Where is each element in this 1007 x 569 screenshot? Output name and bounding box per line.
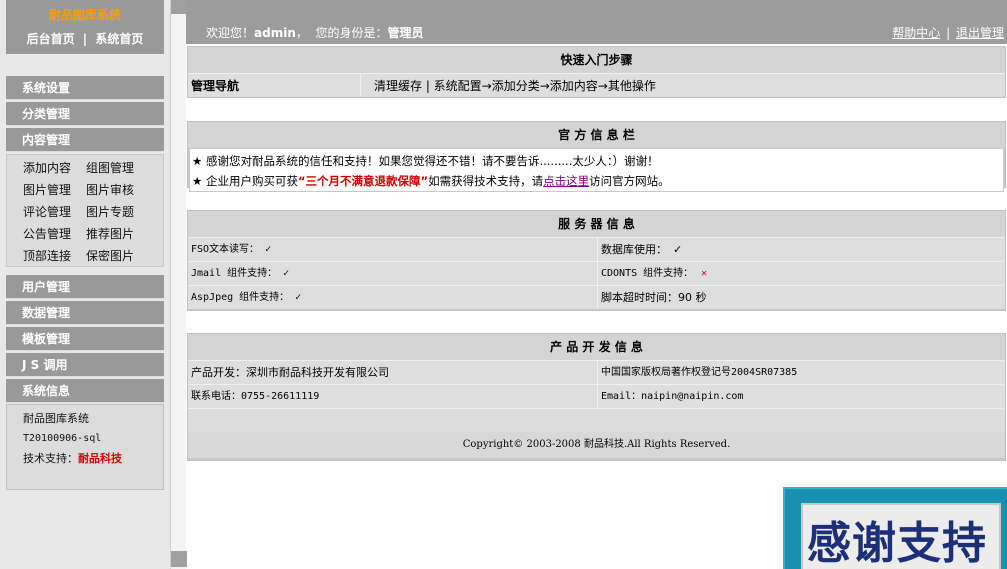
frame-splitter[interactable] [170, 0, 187, 569]
phone-cell: 联系电话：0755-26611119 [188, 385, 598, 408]
db-label: 数据库使用： [601, 243, 667, 256]
check-icon: ✓ [295, 292, 302, 303]
tech-support-label: 技术支持： [23, 452, 78, 465]
thanks-badge[interactable]: 感谢支持 [783, 487, 1007, 569]
server-row-1: FSO文本读写： ✓ 数据库使用： ✓ [188, 237, 1005, 261]
menu-content-management[interactable]: 内容管理 [6, 128, 164, 152]
menu-js-call[interactable]: J S 调用 [6, 353, 164, 377]
submenu-group-images[interactable]: 组图管理 [86, 157, 152, 179]
quick-start-row: 管理导航 清理缓存 | 系统配置→添加分类→添加内容→其他操作 [188, 73, 1005, 97]
menu-system-settings[interactable]: 系统设置 [6, 76, 164, 100]
help-center-link[interactable]: 帮助中心 [892, 26, 940, 40]
identity-label: ， 您的身份是： [295, 26, 388, 40]
top-link-separator: | [946, 26, 951, 40]
content-submenu: 添加内容 组图管理 图片管理 图片审核 评论管理 图片专题 公告管理 推荐图片 … [6, 154, 164, 267]
fso-label: FSO文本读写： [191, 244, 260, 255]
tech-support-name[interactable]: 耐品科技 [78, 452, 122, 465]
quick-start-title: 快速入门步骤 [188, 47, 1005, 73]
system-name: 耐品图库系统 [23, 412, 89, 425]
fso-cell: FSO文本读写： ✓ [188, 238, 598, 261]
submenu-announcement-management[interactable]: 公告管理 [23, 223, 86, 245]
cross-icon: ✕ [701, 268, 708, 279]
product-row-2: 联系电话：0755-26611119 Email：naipin@naipin.c… [188, 384, 1005, 408]
menu-data-management[interactable]: 数据管理 [6, 301, 164, 325]
logo-links: 后台首页 | 系统首页 [6, 30, 164, 47]
server-row-2: Jmail 组件支持： ✓ CDONTS 组件支持： ✕ [188, 261, 1005, 285]
notice-line-1: ★ 感谢您对耐品系统的信任和支持！如果您觉得还不错！请不要告诉.........… [192, 154, 659, 168]
db-cell: 数据库使用： ✓ [598, 238, 682, 261]
copyright-registration-cell: 中国国家版权局著作权登记号2004SR07385 [601, 367, 798, 378]
logo-title: 耐品图库系统 [48, 8, 121, 22]
product-row-blank [188, 408, 1005, 432]
product-info-panel: 产 品 开 发 信 息 产品开发：深圳市耐品科技开发有限公司 中国国家版权局著作… [187, 333, 1006, 461]
jmail-cell: Jmail 组件支持： ✓ [188, 262, 598, 285]
logout-link[interactable]: 退出管理 [956, 26, 1004, 40]
logo-box: 耐品图库系统 后台首页 | 系统首页 [6, 0, 164, 54]
nav-steps[interactable]: 清理缓存 | 系统配置→添加分类→添加内容→其他操作 [361, 74, 656, 97]
welcome-prefix: 欢迎您！ [206, 26, 255, 40]
server-row-3: AspJpeg 组件支持： ✓ 脚本超时时间：90 秒 [188, 285, 1005, 309]
submenu-image-review[interactable]: 图片审核 [86, 179, 152, 201]
notice-title: 官 方 信 息 栏 [188, 122, 1005, 148]
official-notice-panel: 官 方 信 息 栏 ★ 感谢您对耐品系统的信任和支持！如果您觉得还不错！请不要告… [187, 121, 1006, 192]
thanks-badge-text: 感谢支持 [807, 518, 987, 569]
submenu-image-topics[interactable]: 图片专题 [86, 201, 152, 223]
user-role: 管理员 [387, 26, 424, 40]
product-info-title: 产 品 开 发 信 息 [188, 334, 1005, 360]
server-info-panel: 服 务 器 信 息 FSO文本读写： ✓ 数据库使用： ✓ Jmail 组件支持： ✓… [187, 210, 1006, 311]
system-home-link[interactable]: 系统首页 [95, 32, 143, 46]
submenu-private-images[interactable]: 保密图片 [86, 245, 152, 267]
system-version: T20100906-sql [23, 433, 102, 444]
splitter-bottom-handle[interactable] [171, 551, 187, 567]
cdonts-label: CDONTS 组件支持： [601, 268, 694, 279]
sidebar: 耐品图库系统 后台首页 | 系统首页 系统设置 分类管理 内容管理 添加内容 组… [0, 0, 170, 569]
submenu-image-management[interactable]: 图片管理 [23, 179, 86, 201]
notice-line-2-suffix: 访问官方网站。 [589, 174, 670, 188]
check-icon: ✓ [673, 243, 683, 256]
click-here-link[interactable]: 点击这里 [543, 174, 589, 188]
check-icon: ✓ [265, 244, 272, 255]
menu-template-management[interactable]: 模板管理 [6, 327, 164, 351]
notice-line-2-prefix: ★ 企业用户购买可获 [192, 174, 298, 188]
quick-start-panel: 快速入门步骤 管理导航 清理缓存 | 系统配置→添加分类→添加内容→其他操作 [187, 46, 1006, 98]
admin-home-link[interactable]: 后台首页 [27, 32, 75, 46]
top-links: 帮助中心 | 退出管理 [892, 24, 1004, 41]
refund-guarantee: “三个月不满意退款保障” [297, 174, 429, 188]
menu-user-management[interactable]: 用户管理 [6, 275, 164, 299]
developer-cell: 产品开发：深圳市耐品科技开发有限公司 [188, 361, 598, 384]
splitter-top-handle[interactable] [171, 0, 187, 14]
username: admin [254, 26, 296, 40]
submenu-top-links[interactable]: 顶部连接 [23, 245, 86, 267]
submenu-recommended-images[interactable]: 推荐图片 [86, 223, 152, 245]
thanks-badge-inner: 感谢支持 [801, 503, 1001, 569]
jmail-label: Jmail 组件支持： [191, 268, 278, 279]
notice-line-2-middle: 如需获得技术支持，请 [428, 174, 544, 188]
tech-support: 技术支持：耐品科技 [23, 449, 163, 469]
submenu-add-content[interactable]: 添加内容 [23, 157, 86, 179]
aspjpeg-cell: AspJpeg 组件支持： ✓ [188, 286, 598, 309]
email-cell: Email：naipin@naipin.com [601, 391, 744, 402]
menu-category-management[interactable]: 分类管理 [6, 102, 164, 126]
system-info-box: 耐品图库系统 T20100906-sql 技术支持：耐品科技 [6, 404, 164, 490]
welcome-message: 欢迎您！admin， 您的身份是：管理员 [206, 24, 424, 41]
product-row-1: 产品开发：深圳市耐品科技开发有限公司 中国国家版权局著作权登记号2004SR07… [188, 360, 1005, 384]
link-separator: | [82, 32, 88, 46]
menu-system-info[interactable]: 系统信息 [6, 379, 164, 403]
server-info-title: 服 务 器 信 息 [188, 211, 1005, 237]
notice-line-2: ★ 企业用户购买可获“三个月不满意退款保障”如需获得技术支持，请点击这里访问官方… [192, 171, 1003, 191]
notice-body: ★ 感谢您对耐品系统的信任和支持！如果您觉得还不错！请不要告诉.........… [189, 148, 1004, 192]
nav-label: 管理导航 [188, 74, 361, 97]
copyright-footer: Copyright© 2003-2008 耐品科技.All Rights Res… [188, 432, 1005, 458]
timeout-cell: 脚本超时时间：90 秒 [601, 291, 707, 304]
cdonts-cell: CDONTS 组件支持： ✕ [598, 262, 707, 285]
top-bar: 欢迎您！admin， 您的身份是：管理员 帮助中心 | 退出管理 [186, 0, 1007, 44]
submenu-comment-management[interactable]: 评论管理 [23, 201, 86, 223]
check-icon: ✓ [283, 268, 290, 279]
aspjpeg-label: AspJpeg 组件支持： [191, 292, 290, 303]
